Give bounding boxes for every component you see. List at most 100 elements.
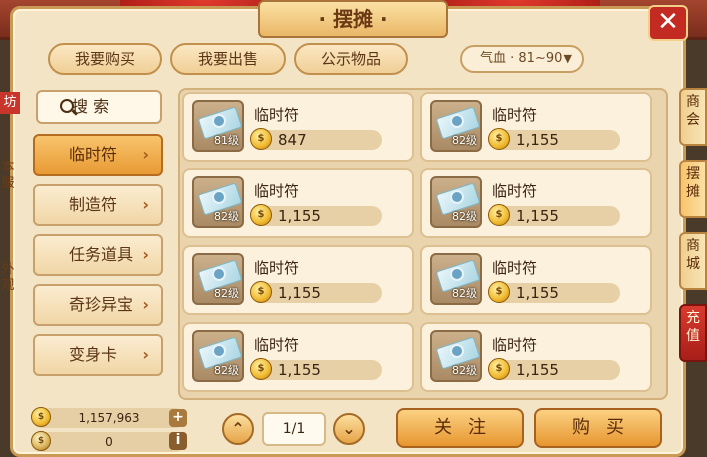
coin-icon: $ [488,204,510,226]
item-level: 82级 [452,210,477,223]
item-card[interactable]: 82级 临时符 $1,155 [182,245,414,315]
category-treasures[interactable]: 奇珍异宝 › [33,284,163,326]
chevron-right-icon: › [142,195,149,214]
category-temp-talisman[interactable]: 临时符 › [33,134,163,176]
item-card[interactable]: 82级 临时符 $1,155 [420,322,652,392]
gold-balance: $ 1,157,963 [31,407,185,428]
item-card[interactable]: 82级 临时符 $1,155 [420,168,652,238]
item-price: 1,155 [516,131,559,149]
prev-page-button[interactable]: ⌃ [222,413,254,445]
talisman-icon: 82级 [430,176,482,228]
level-filter-label: 气血 · 81~90 [480,51,563,66]
item-level: 82级 [452,134,477,147]
talisman-icon: 82级 [430,253,482,305]
follow-button[interactable]: 关注 [396,408,524,448]
item-level: 82级 [214,210,239,223]
coin-icon: $ [488,358,510,380]
category-quest-items[interactable]: 任务道具 › [33,234,163,276]
chevron-right-icon: › [142,345,149,364]
item-level: 81级 [214,134,239,147]
price-bar: $1,155 [250,204,382,226]
item-price: 847 [278,131,307,149]
item-name: 临时符 [254,182,300,200]
tab-buy[interactable]: 我要购买 [48,43,162,75]
chevron-down-icon: ▼ [563,52,572,65]
category-transform-card[interactable]: 变身卡 › [33,334,163,376]
window-title: · 摆摊 · [258,0,448,38]
talisman-icon: 82级 [192,330,244,382]
price-bar: $1,155 [250,281,382,303]
item-price: 1,155 [278,284,321,302]
price-bar: $1,155 [488,128,620,150]
item-card[interactable]: 82级 临时符 $1,155 [420,92,652,162]
item-price: 1,155 [278,361,321,379]
add-gold-button[interactable]: + [169,409,187,427]
price-bar: $1,155 [488,281,620,303]
chevron-right-icon: › [142,295,149,314]
price-bar: $847 [250,128,382,150]
info-icon[interactable]: i [169,432,187,450]
search-icon [60,99,74,113]
item-card[interactable]: 82级 临时符 $1,155 [182,322,414,392]
market-badge: 坊 [0,92,20,114]
coin-icon: $ [488,128,510,150]
item-level: 82级 [452,287,477,300]
tab-recharge[interactable]: 充值 [679,304,707,362]
item-card[interactable]: 82级 临时符 $1,155 [182,168,414,238]
tab-mall[interactable]: 商城 [679,232,707,290]
coin-icon: $ [250,204,272,226]
gold-amount: 1,157,963 [78,411,140,425]
category-label: 制造符 [69,195,118,214]
item-name: 临时符 [254,106,300,124]
item-name: 临时符 [492,106,538,124]
item-name: 临时符 [492,182,538,200]
coin-icon: $ [488,281,510,303]
price-bar: $1,155 [488,204,620,226]
coin-icon: $ [250,281,272,303]
coin-icon: $ [31,407,51,427]
category-label: 任务道具 [69,245,134,264]
category-label: 奇珍异宝 [69,295,134,314]
search-button[interactable]: 搜 索 [36,90,162,124]
level-filter-dropdown[interactable]: 气血 · 81~90 ▼ [460,45,584,73]
item-price: 1,155 [516,284,559,302]
page-indicator: 1/1 [262,412,326,446]
item-name: 临时符 [492,336,538,354]
coin-icon: $ [250,358,272,380]
talisman-icon: 81级 [192,100,244,152]
chevron-right-icon: › [142,145,149,164]
item-name: 临时符 [254,336,300,354]
tab-public-items[interactable]: 公示物品 [294,43,408,75]
item-price: 1,155 [516,207,559,225]
close-button[interactable]: ✕ [648,5,688,41]
category-label: 临时符 [69,145,118,164]
talisman-icon: 82级 [430,100,482,152]
talisman-icon: 82级 [192,253,244,305]
item-level: 82级 [214,364,239,377]
chevron-right-icon: › [142,245,149,264]
item-price: 1,155 [516,361,559,379]
item-level: 82级 [214,287,239,300]
buy-button[interactable]: 购买 [534,408,662,448]
category-crafting-talisman[interactable]: 制造符 › [33,184,163,226]
item-name: 临时符 [254,259,300,277]
points-amount: 0 [105,435,113,449]
category-label: 变身卡 [69,345,118,364]
server-tab-label[interactable]: 本服 [0,160,16,192]
tab-guild-shop[interactable]: 商会 [679,88,707,146]
tab-sell[interactable]: 我要出售 [170,43,286,75]
coin-icon: $ [250,128,272,150]
item-price: 1,155 [278,207,321,225]
price-bar: $1,155 [250,358,382,380]
token-icon: $ [31,431,51,451]
item-level: 82级 [452,364,477,377]
talisman-icon: 82级 [430,330,482,382]
item-card[interactable]: 81级 临时符 $847 [182,92,414,162]
item-name: 临时符 [492,259,538,277]
appearance-tab-label[interactable]: 外观 [0,262,16,294]
points-balance: $ 0 [31,431,185,452]
item-card[interactable]: 82级 临时符 $1,155 [420,245,652,315]
tab-stall[interactable]: 摆摊 [679,160,707,218]
talisman-icon: 82级 [192,176,244,228]
next-page-button[interactable]: ⌄ [333,413,365,445]
